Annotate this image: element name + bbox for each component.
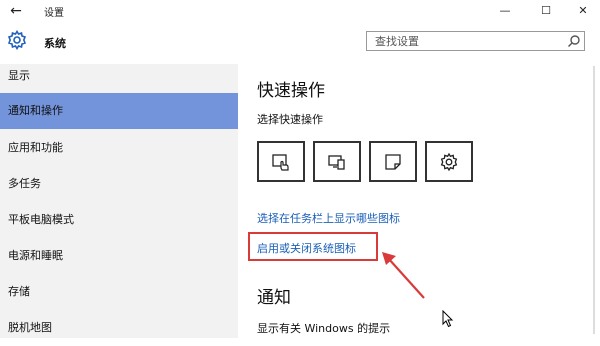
close-button[interactable]: ✕ (568, 0, 598, 22)
taskbar-icons-link[interactable]: 选择在任务栏上显示哪些图标 (257, 210, 400, 226)
windows-tips-label: 显示有关 Windows 的提示 (257, 322, 391, 335)
quick-action-tile-note[interactable] (369, 141, 417, 182)
project-icon (328, 155, 345, 170)
title-bar: ← 设置 — ☐ ✕ (0, 0, 600, 22)
highlight-box (248, 232, 378, 261)
search-icon[interactable] (567, 34, 581, 48)
window-title: 设置 (44, 8, 64, 19)
quick-action-tile-project[interactable] (313, 141, 361, 182)
quick-action-tile-settings[interactable] (425, 141, 473, 182)
back-button[interactable]: ← (6, 1, 26, 21)
sidebar-item-display[interactable]: 显示 (0, 58, 238, 94)
note-icon (385, 154, 401, 170)
sidebar-item-apps[interactable]: 应用和功能 (0, 130, 238, 166)
quick-action-tile-tablet-mode[interactable] (257, 141, 305, 182)
sidebar-item-power[interactable]: 电源和睡眠 (0, 238, 238, 274)
tablet-mode-icon (272, 154, 289, 171)
page-title: 系统 (44, 37, 66, 50)
search-input[interactable] (367, 32, 565, 50)
quick-actions-subtitle: 选择快速操作 (257, 113, 323, 126)
gear-icon (7, 30, 27, 50)
mouse-cursor-icon (442, 310, 454, 328)
sidebar-item-multitasking[interactable]: 多任务 (0, 166, 238, 202)
sidebar: 显示 通知和操作 应用和功能 多任务 平板电脑模式 电源和睡眠 存储 脱机地图 (0, 64, 238, 338)
search-box[interactable] (366, 31, 585, 51)
minimize-button[interactable]: — (490, 0, 520, 22)
notifications-title: 通知 (257, 288, 291, 308)
annotation-arrow-icon (382, 252, 425, 299)
scrollbar[interactable] (588, 64, 600, 338)
sidebar-item-offline-maps[interactable]: 脱机地图 (0, 310, 238, 346)
quick-actions-title: 快速操作 (257, 81, 325, 101)
sidebar-item-storage[interactable]: 存储 (0, 274, 238, 310)
maximize-button[interactable]: ☐ (531, 0, 561, 22)
sidebar-item-tablet-mode[interactable]: 平板电脑模式 (0, 202, 238, 238)
sidebar-item-notifications[interactable]: 通知和操作 (0, 93, 238, 129)
settings-gear-icon (440, 152, 458, 172)
